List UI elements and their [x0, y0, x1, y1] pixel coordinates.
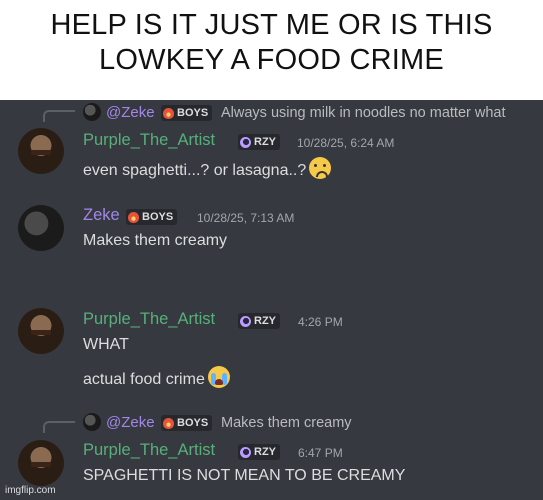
fire-icon [163, 417, 174, 429]
moon-icon [240, 136, 251, 148]
tag-label: RZY [254, 446, 276, 458]
avatar[interactable] [18, 440, 64, 486]
reply-connector [43, 421, 75, 433]
fire-icon [163, 107, 174, 119]
fire-icon [128, 211, 139, 223]
message-text: even spaghetti...? or lasagna..? [83, 157, 332, 180]
moon-icon [240, 446, 251, 458]
message-author[interactable]: Purple_The_Artist [83, 310, 215, 329]
chat-area: @Zeke BOYS Always using milk in noodles … [0, 100, 543, 500]
timestamp: 10/28/25, 7:13 AM [197, 211, 295, 225]
tag-label: BOYS [177, 107, 209, 119]
role-tag-rzy: RZY [238, 134, 280, 150]
avatar[interactable] [18, 128, 64, 174]
message-text: Makes them creamy [83, 232, 228, 249]
message-author[interactable]: Purple_The_Artist [83, 131, 215, 150]
timestamp: 6:47 PM [298, 446, 343, 460]
reply-username[interactable]: @Zeke [106, 414, 155, 431]
message-author[interactable]: Zeke [83, 206, 120, 225]
anxious-face-icon [309, 157, 332, 179]
reply-text[interactable]: Always using milk in noodles no matter w… [221, 105, 506, 121]
moon-icon [240, 315, 251, 327]
message-text: actual food crime [83, 366, 230, 389]
timestamp: 4:26 PM [298, 315, 343, 329]
tag-label: RZY [254, 136, 276, 148]
reply-connector [43, 110, 75, 122]
message-author[interactable]: Purple_The_Artist [83, 441, 215, 460]
loudly-crying-face-icon [207, 366, 230, 388]
reply-username[interactable]: @Zeke [106, 104, 155, 121]
role-tag-boys: BOYS [161, 415, 213, 431]
role-tag-rzy: RZY [238, 444, 280, 460]
timestamp: 10/28/25, 6:24 AM [297, 136, 395, 150]
message-text: WHAT [83, 336, 129, 353]
imgflip-watermark: imgflip.com [5, 485, 56, 496]
avatar[interactable] [18, 205, 64, 251]
role-tag-rzy: RZY [238, 313, 280, 329]
tag-label: BOYS [177, 417, 209, 429]
reply-text[interactable]: Makes them creamy [221, 415, 352, 431]
message-text: SPAGHETTI IS NOT MEAN TO BE CREAMY [83, 467, 406, 484]
avatar[interactable] [18, 308, 64, 354]
tag-label: RZY [254, 315, 276, 327]
reply-avatar [83, 413, 101, 431]
role-tag-boys: BOYS [161, 105, 213, 121]
tag-label: BOYS [142, 211, 174, 223]
role-tag-boys: BOYS [126, 209, 178, 225]
meme-caption: HELP IS IT JUST ME OR IS THIS LOWKEY A F… [0, 0, 543, 100]
reply-avatar [83, 103, 101, 121]
